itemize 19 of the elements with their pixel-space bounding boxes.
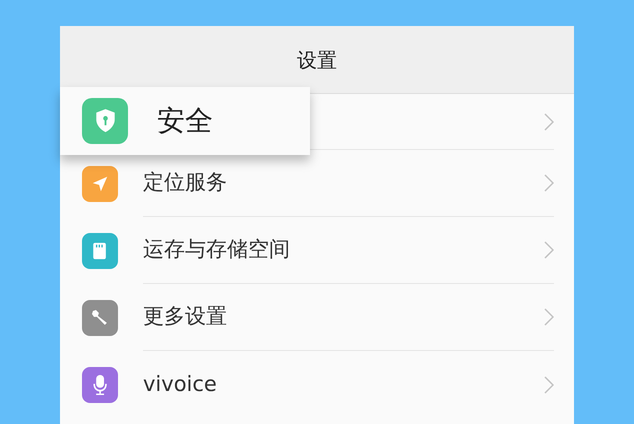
row-label: 运存与存储空间 <box>143 236 290 264</box>
settings-row[interactable]: 运存与存储空间 <box>60 217 574 284</box>
microphone-icon <box>92 374 108 396</box>
shield-icon <box>94 108 116 134</box>
chevron-right-icon <box>544 241 554 259</box>
settings-row[interactable]: vivoice <box>60 351 574 418</box>
navigation-arrow-icon <box>91 174 109 192</box>
row-label: vivoice <box>143 370 217 398</box>
row-label: 定位服务 <box>143 169 227 196</box>
chevron-right-icon <box>544 174 554 192</box>
row-label: 更多设置 <box>143 303 227 330</box>
page-title: 设置 <box>297 46 337 74</box>
chevron-right-icon <box>544 376 554 394</box>
chevron-right-icon <box>544 112 554 130</box>
settings-row[interactable]: 更多设置 <box>60 284 574 351</box>
chevron-right-icon <box>544 308 554 326</box>
memory-card-icon <box>92 242 108 260</box>
popup-card[interactable]: 安全 <box>60 87 310 155</box>
popup-label: 安全 <box>157 103 213 139</box>
